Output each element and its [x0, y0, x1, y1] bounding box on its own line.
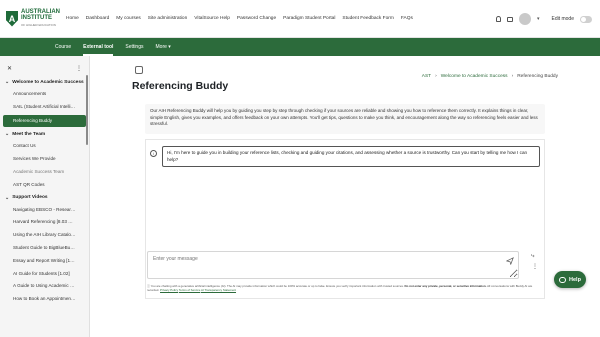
breadcrumb-welcome[interactable]: Welcome to Academic Success — [441, 74, 508, 79]
sidebar-item-contact-us[interactable]: Contact Us — [0, 140, 89, 153]
sidebar-item-ebsco[interactable]: Navigating EBSCO - Research ... — [0, 204, 89, 217]
sidebar-item-ai-guide[interactable]: AI Guide for Students [1.02] — [0, 268, 89, 281]
chevron-down-icon: ⌄ — [5, 194, 10, 201]
info-icon: i — [150, 150, 157, 157]
send-icon[interactable] — [506, 257, 514, 265]
sidebar-item-essay-writing[interactable]: Essay and Report Writing [16.1... — [0, 255, 89, 268]
primary-nav: Home Dashboard My courses Site administr… — [66, 16, 413, 21]
course-secondary-nav: Course External tool Settings More ▾ — [0, 38, 600, 56]
pin-icon[interactable]: ⤷ — [531, 253, 534, 260]
nav-dashboard[interactable]: Dashboard — [86, 16, 109, 21]
messages-icon[interactable] — [506, 16, 513, 22]
sidebar-item-library-catalogue[interactable]: Using the AIH Library Catalogu... — [0, 229, 89, 242]
tab-course[interactable]: Course — [55, 38, 71, 56]
logo-text: AUSTRALIAN INSTITUTE OF HIGHER EDUCATION — [21, 9, 60, 27]
section-welcome[interactable]: ⌄ Welcome to Academic Success — [0, 76, 89, 88]
nav-site-administration[interactable]: Site administration — [148, 16, 187, 21]
section-meet-the-team[interactable]: ⌄ Meet the Team — [0, 128, 89, 140]
nav-password-change[interactable]: Password Change — [237, 16, 276, 21]
sidebar-item-sail[interactable]: SAIL (Student Artificial Intellige... — [0, 101, 89, 114]
user-menu-area: ▾ Edit mode — [495, 0, 592, 38]
sidebar-item-services[interactable]: Services We Provide — [0, 153, 89, 166]
tab-settings[interactable]: Settings — [125, 38, 143, 56]
sidebar-item-qr-codes[interactable]: AST QR Codes — [0, 179, 89, 192]
sidebar-header: ✕ ⋮ — [0, 56, 89, 76]
help-button[interactable]: Help — [554, 271, 586, 288]
sidebar-item-referencing-buddy[interactable]: Referencing Buddy — [3, 114, 86, 128]
course-index-sidebar: ✕ ⋮ ⌄ Welcome to Academic Success Announ… — [0, 56, 90, 337]
tab-external-tool[interactable]: External tool — [83, 38, 114, 56]
edit-mode-label: Edit mode — [551, 16, 574, 22]
chevron-down-icon: ⌄ — [5, 79, 10, 85]
sidebar-scrollbar[interactable] — [86, 75, 88, 145]
bot-message: Hi, I'm here to guide you in building yo… — [162, 146, 540, 167]
edit-mode-toggle[interactable] — [580, 15, 592, 23]
nav-feedback-form[interactable]: Student Feedback Form — [342, 16, 393, 21]
nav-paradigm-portal[interactable]: Paradigm Student Portal — [283, 16, 335, 21]
more-options-icon[interactable]: ⋮ — [532, 264, 538, 270]
breadcrumb: AST › Welcome to Academic Success › Refe… — [422, 74, 558, 79]
sidebar-item-bigbluebutton[interactable]: Student Guide to BigBlueButto... — [0, 242, 89, 255]
sidebar-item-guide-academic[interactable]: A Guide to Using Academic Su... — [0, 280, 89, 293]
page-title: Referencing Buddy — [132, 80, 229, 92]
chevron-down-icon: ⌄ — [5, 131, 10, 138]
section-support-videos[interactable]: ⌄ Support Videos — [0, 192, 89, 204]
breadcrumb-ast[interactable]: AST — [422, 74, 431, 79]
breadcrumb-separator-icon: › — [435, 74, 437, 79]
site-logo[interactable]: A AUSTRALIAN INSTITUTE OF HIGHER EDUCATI… — [0, 9, 60, 28]
logo-shield-icon: A — [6, 10, 18, 27]
top-navbar: A AUSTRALIAN INSTITUTE OF HIGHER EDUCATI… — [0, 0, 600, 38]
terms-link[interactable]: Terms of Service — [179, 288, 201, 292]
sidebar-item-book-appointment[interactable]: How to Book an Appointment... — [0, 293, 89, 306]
privacy-policy-link[interactable]: Privacy Policy — [160, 288, 178, 292]
activity-puzzle-icon — [135, 66, 143, 74]
sidebar-item-announcements[interactable]: Announcements — [0, 88, 89, 101]
chevron-down-icon[interactable]: ▾ — [537, 16, 540, 22]
nav-faqs[interactable]: FAQs — [401, 16, 413, 21]
sidebar-item-harvard[interactable]: Harvard Referencing [8.03 mins] — [0, 216, 89, 229]
more-options-icon[interactable]: ⋮ — [76, 65, 82, 72]
ai-statement-link[interactable]: AI Transparency Statement — [201, 288, 236, 292]
ai-disclaimer: ⓘ You are chatting with a generative art… — [147, 284, 533, 292]
nav-home[interactable]: Home — [66, 16, 79, 21]
user-avatar[interactable] — [518, 13, 531, 25]
notifications-bell-icon[interactable] — [495, 16, 501, 22]
chat-bubble-icon — [559, 276, 567, 283]
message-input[interactable] — [147, 251, 519, 279]
breadcrumb-current: Referencing Buddy — [517, 74, 558, 79]
sidebar-item-academic-success-team[interactable]: Academic Success Team — [0, 166, 89, 179]
nav-vitalsource-help[interactable]: VitalSource Help — [194, 16, 230, 21]
tab-more[interactable]: More ▾ — [156, 38, 171, 56]
close-icon[interactable]: ✕ — [7, 65, 12, 72]
nav-my-courses[interactable]: My courses — [116, 16, 141, 21]
intro-description: Our AIH Referencing Buddy will help you … — [145, 104, 545, 134]
breadcrumb-separator-icon: › — [511, 74, 514, 79]
